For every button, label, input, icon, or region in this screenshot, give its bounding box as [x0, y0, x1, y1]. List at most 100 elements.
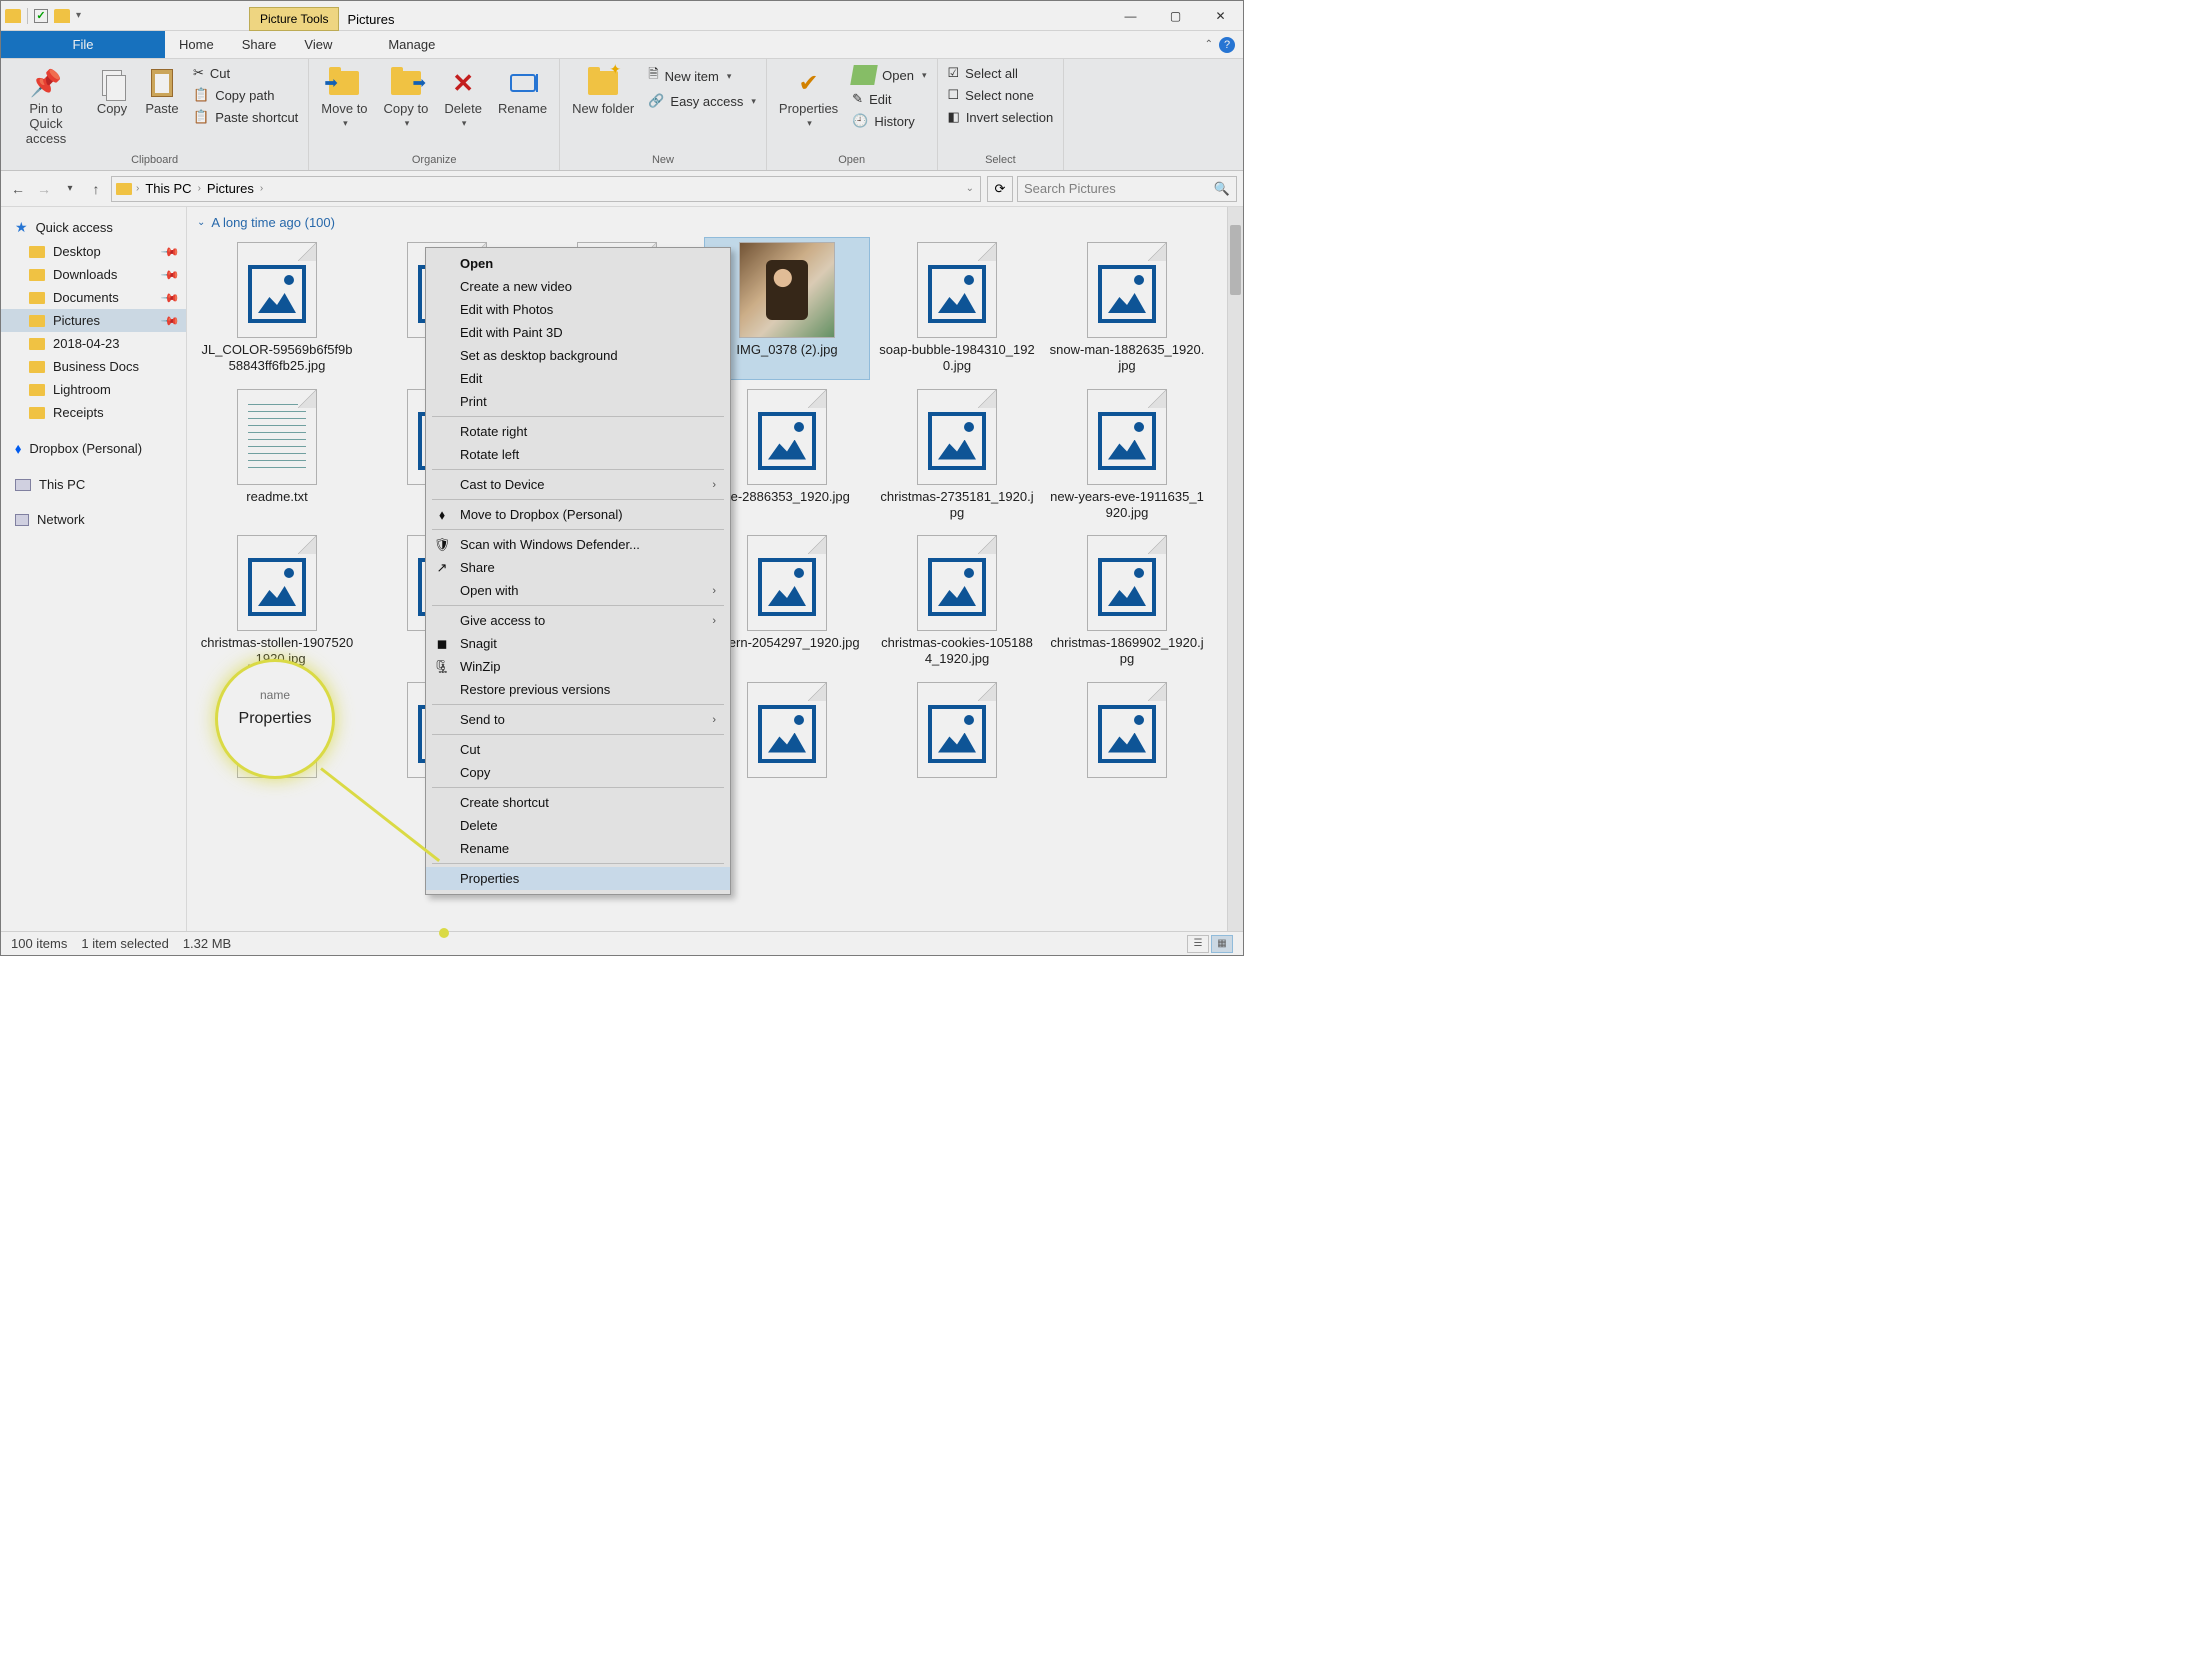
menu-item[interactable]: Give access to› — [426, 609, 730, 632]
search-icon[interactable]: 🔍 — [1214, 181, 1230, 197]
nav-forward-button[interactable]: → — [33, 178, 55, 200]
nav-network[interactable]: Network — [1, 508, 186, 531]
nav-up-button[interactable]: ↑ — [85, 178, 107, 200]
menu-item[interactable]: Delete — [426, 814, 730, 837]
file-item[interactable]: christmas-cookies-1051884_1920.jpg — [875, 531, 1039, 672]
menu-item[interactable]: Create a new video — [426, 275, 730, 298]
copy-to-button[interactable]: ➡ Copy to▾ — [378, 63, 435, 133]
menu-item[interactable]: Open with› — [426, 579, 730, 602]
menu-item[interactable]: 🛡Scan with Windows Defender... — [426, 533, 730, 556]
chevron-right-icon[interactable]: › — [134, 183, 141, 194]
file-item[interactable]: christmas-1869902_1920.jpg — [1045, 531, 1209, 672]
tab-view[interactable]: View — [290, 31, 346, 58]
cut-button[interactable]: ✂Cut — [189, 63, 302, 83]
move-to-button[interactable]: ➡ Move to▾ — [315, 63, 373, 133]
nav-folder[interactable]: 2018-04-23 — [1, 332, 186, 355]
minimize-button[interactable]: — — [1108, 1, 1153, 31]
menu-item[interactable]: ◼Snagit — [426, 632, 730, 655]
refresh-button[interactable]: ⟳ — [987, 176, 1013, 202]
maximize-button[interactable]: ▢ — [1153, 1, 1198, 31]
delete-button[interactable]: ✕ Delete▾ — [438, 63, 488, 133]
nav-recent-dropdown[interactable]: ▾ — [59, 178, 81, 200]
chevron-right-icon[interactable]: › — [196, 183, 203, 194]
scrollbar-thumb[interactable] — [1230, 225, 1241, 295]
invert-selection-button[interactable]: ◧Invert selection — [944, 107, 1058, 127]
menu-item[interactable]: Open — [426, 252, 730, 275]
collapse-ribbon-icon[interactable]: ⌃ — [1205, 39, 1213, 50]
help-icon[interactable]: ? — [1219, 37, 1235, 53]
tab-file[interactable]: File — [1, 31, 165, 58]
file-item[interactable]: JL_COLOR-59569b6f5f9b58843ff6fb25.jpg — [195, 238, 359, 379]
tab-home[interactable]: Home — [165, 31, 228, 58]
chevron-down-icon[interactable]: ⌄ — [197, 217, 205, 228]
tab-share[interactable]: Share — [228, 31, 291, 58]
nav-dropbox[interactable]: ⬧Dropbox (Personal) — [1, 436, 186, 461]
menu-item[interactable]: Cast to Device› — [426, 473, 730, 496]
file-item[interactable]: christmas-2735181_1920.jpg — [875, 385, 1039, 526]
thumbnails-view-button[interactable]: ▦ — [1211, 935, 1233, 953]
menu-item[interactable]: Send to› — [426, 708, 730, 731]
pin-to-quick-access-button[interactable]: 📌 Pin to Quick access — [7, 63, 85, 150]
tab-manage[interactable]: Manage — [374, 31, 449, 58]
menu-item[interactable]: Restore previous versions — [426, 678, 730, 701]
file-item[interactable]: christmas-stollen-1907520_1920.jpg — [195, 531, 359, 672]
qat-properties-icon[interactable]: ✓ — [34, 9, 48, 23]
file-item[interactable]: soap-bubble-1984310_1920.jpg — [875, 238, 1039, 379]
menu-item[interactable]: 🗜WinZip — [426, 655, 730, 678]
file-item[interactable]: new-years-eve-1911635_1920.jpg — [1045, 385, 1209, 526]
nav-thispc[interactable]: This PC — [1, 473, 186, 496]
properties-button[interactable]: ✔ Properties▾ — [773, 63, 844, 133]
menu-item[interactable]: Properties — [426, 867, 730, 890]
menu-item[interactable]: Copy — [426, 761, 730, 784]
search-input[interactable]: Search Pictures 🔍 — [1017, 176, 1237, 202]
new-folder-button[interactable]: ✦ New folder — [566, 63, 640, 120]
open-button[interactable]: Open▾ — [848, 63, 930, 87]
nav-pictures[interactable]: Pictures📌 — [1, 309, 186, 332]
breadcrumb-bar[interactable]: › This PC › Pictures › ⌄ — [111, 176, 981, 202]
menu-item[interactable]: Rotate left — [426, 443, 730, 466]
details-view-button[interactable]: ☰ — [1187, 935, 1209, 953]
nav-downloads[interactable]: Downloads📌 — [1, 263, 186, 286]
nav-back-button[interactable]: ← — [7, 178, 29, 200]
menu-item[interactable]: Set as desktop background — [426, 344, 730, 367]
menu-item[interactable]: Rename — [426, 837, 730, 860]
nav-folder[interactable]: Business Docs — [1, 355, 186, 378]
select-none-button[interactable]: ☐Select none — [944, 85, 1058, 105]
app-icon[interactable] — [5, 9, 21, 23]
nav-folder[interactable]: Receipts — [1, 401, 186, 424]
address-dropdown-icon[interactable]: ⌄ — [964, 183, 976, 194]
nav-desktop[interactable]: Desktop📌 — [1, 240, 186, 263]
menu-item[interactable]: Rotate right — [426, 420, 730, 443]
menu-item[interactable]: Edit with Paint 3D — [426, 321, 730, 344]
contextual-tab[interactable]: Picture Tools — [249, 7, 339, 31]
vertical-scrollbar[interactable] — [1227, 207, 1243, 931]
crumb-thispc[interactable]: This PC — [143, 181, 193, 196]
menu-item[interactable]: Print — [426, 390, 730, 413]
menu-item[interactable]: Edit with Photos — [426, 298, 730, 321]
nav-quick-access[interactable]: ★Quick access — [1, 215, 186, 240]
file-item[interactable]: readme.txt — [195, 385, 359, 526]
menu-item[interactable]: ⬧Move to Dropbox (Personal) — [426, 503, 730, 526]
menu-item[interactable]: Create shortcut — [426, 791, 730, 814]
nav-documents[interactable]: Documents📌 — [1, 286, 186, 309]
context-menu[interactable]: OpenCreate a new videoEdit with PhotosEd… — [425, 247, 731, 895]
edit-button[interactable]: ✎Edit — [848, 89, 930, 109]
menu-item[interactable]: ↗Share — [426, 556, 730, 579]
paste-button[interactable]: Paste — [139, 63, 185, 120]
copy-path-button[interactable]: 📋Copy path — [189, 85, 302, 105]
crumb-pictures[interactable]: Pictures — [205, 181, 256, 196]
easy-access-button[interactable]: 🔗Easy access▾ — [644, 91, 760, 111]
qat-dropdown-icon[interactable]: ▾ — [76, 10, 81, 21]
group-header[interactable]: ⌄ A long time ago (100) — [187, 207, 1243, 238]
close-button[interactable]: ✕ — [1198, 1, 1243, 31]
paste-shortcut-button[interactable]: 📋Paste shortcut — [189, 107, 302, 127]
qat-newfolder-icon[interactable] — [54, 9, 70, 23]
menu-item[interactable]: Cut — [426, 738, 730, 761]
navigation-pane[interactable]: ★Quick access Desktop📌 Downloads📌 Docume… — [1, 207, 187, 931]
file-item[interactable]: snow-man-1882635_1920.jpg — [1045, 238, 1209, 379]
copy-button[interactable]: Copy — [89, 63, 135, 120]
file-item[interactable] — [1045, 678, 1209, 786]
nav-folder[interactable]: Lightroom — [1, 378, 186, 401]
rename-button[interactable]: Rename — [492, 63, 553, 120]
history-button[interactable]: 🕘History — [848, 111, 930, 131]
